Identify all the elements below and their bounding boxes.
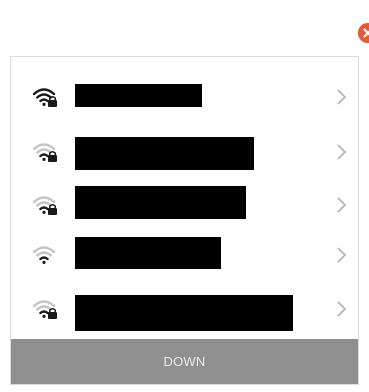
wifi-locked-icon: [33, 88, 57, 107]
network-name-redacted: [75, 84, 202, 107]
chevron-right-icon: [337, 144, 347, 160]
network-name-redacted: [75, 295, 293, 331]
network-name-redacted: [75, 137, 254, 170]
wifi-locked-icon: [33, 143, 57, 162]
network-row[interactable]: [11, 69, 358, 125]
wifi-icon: [33, 246, 56, 264]
wifi-network-list: DOWN: [10, 56, 359, 385]
close-icon: [363, 28, 369, 38]
chevron-right-icon: [337, 197, 347, 213]
network-row[interactable]: [11, 124, 358, 180]
down-button[interactable]: DOWN: [11, 339, 358, 384]
chevron-right-icon: [337, 247, 347, 263]
close-button[interactable]: [358, 23, 369, 43]
wifi-locked-icon: [33, 300, 57, 319]
chevron-right-icon: [337, 89, 347, 105]
network-row[interactable]: [11, 227, 358, 283]
chevron-right-icon: [337, 301, 347, 317]
network-row[interactable]: [11, 177, 358, 233]
network-name-redacted: [75, 186, 246, 219]
network-name-redacted: [75, 237, 221, 269]
down-button-label: DOWN: [163, 354, 206, 369]
network-row[interactable]: [11, 281, 358, 337]
wifi-locked-icon: [33, 196, 57, 215]
